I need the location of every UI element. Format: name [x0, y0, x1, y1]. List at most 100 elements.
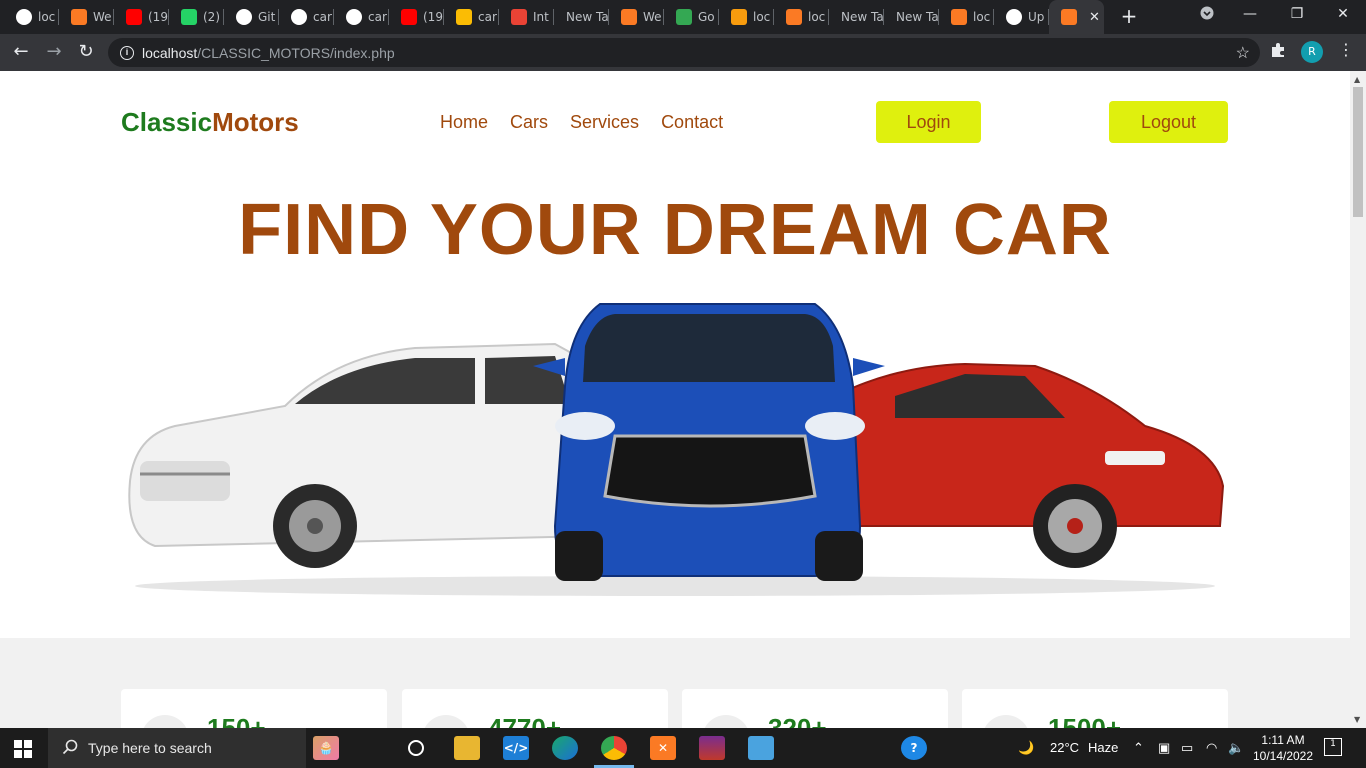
xampp-icon[interactable]: ✕ — [650, 736, 676, 760]
browser-tab[interactable]: We — [609, 0, 664, 34]
close-window-icon[interactable]: ✕ — [1328, 6, 1358, 22]
tab-strip: loc We (19 (2) Git car car (19 car Int New Ta We Go l… — [0, 0, 1366, 34]
browser-tab[interactable]: loc — [719, 0, 774, 34]
browser-tab[interactable]: loc — [4, 0, 59, 34]
scroll-down-icon[interactable]: ▼ — [1354, 715, 1360, 724]
nav-services-link[interactable]: Services — [570, 112, 639, 133]
page-scrollbar[interactable]: ▲ ▼ — [1350, 71, 1366, 728]
notepad-icon[interactable] — [748, 736, 774, 760]
vscode-icon[interactable]: </> — [503, 736, 529, 760]
github-icon — [1006, 9, 1022, 25]
edge-icon[interactable] — [552, 736, 578, 760]
browser-tab[interactable]: New Ta — [829, 0, 884, 34]
site-logo[interactable]: ClassicMotors — [121, 107, 299, 138]
nav-home-link[interactable]: Home — [440, 112, 488, 133]
browser-toolbar: ← → ↻ i localhost/CLASSIC_MOTORS/index.p… — [0, 34, 1366, 71]
winrar-icon[interactable] — [699, 736, 725, 760]
nav-contact-link[interactable]: Contact — [661, 112, 723, 133]
weather-desc[interactable]: Haze — [1088, 740, 1118, 755]
forward-icon[interactable]: → — [42, 40, 66, 64]
back-icon[interactable]: ← — [9, 40, 33, 64]
brand-part-motors: Motors — [212, 107, 299, 137]
windows-taskbar: Type here to search 🧁 </> ✕ ? 🌙 22°C Haz… — [0, 728, 1366, 768]
nav-cars-link[interactable]: Cars — [510, 112, 548, 133]
login-button[interactable]: Login — [876, 101, 981, 143]
windows-start-icon[interactable] — [14, 740, 32, 758]
site-info-icon[interactable]: i — [120, 45, 134, 60]
profile-avatar[interactable]: R — [1301, 41, 1323, 63]
show-hidden-icons-chevron-icon[interactable]: ⌃ — [1133, 740, 1144, 756]
browser-tab[interactable]: car — [444, 0, 499, 34]
battery-icon[interactable]: ▭ — [1181, 740, 1193, 756]
xampp-icon — [786, 9, 802, 25]
page-viewport: ClassicMotors Home Cars Services Contact… — [0, 71, 1350, 728]
browser-tab[interactable]: Int — [499, 0, 554, 34]
bookmark-star-icon[interactable]: ☆ — [1236, 43, 1250, 63]
maps-icon — [676, 9, 692, 25]
browser-tab[interactable]: Git — [224, 0, 279, 34]
weather-moon-icon[interactable]: 🌙 — [1018, 740, 1034, 756]
phpmyadmin-icon — [731, 9, 747, 25]
browser-tab[interactable]: New Ta — [554, 0, 609, 34]
github-icon — [236, 9, 252, 25]
reload-icon[interactable]: ↻ — [74, 40, 98, 64]
browser-tab[interactable]: Up — [994, 0, 1049, 34]
browser-menu-icon[interactable]: ⋮ — [1338, 40, 1354, 59]
xampp-icon — [1061, 9, 1077, 25]
taskbar-search-box[interactable]: Type here to search — [48, 728, 306, 768]
browser-tab[interactable]: (19 — [114, 0, 169, 34]
stat-icon — [702, 715, 750, 728]
tab-title: loc — [808, 10, 826, 24]
browser-tab[interactable]: Go — [664, 0, 719, 34]
scroll-up-icon[interactable]: ▲ — [1354, 75, 1360, 84]
restore-icon[interactable]: ❐ — [1282, 6, 1312, 22]
candy-game-icon[interactable]: 🧁 — [313, 736, 339, 760]
hero-title: FIND YOUR DREAM CAR — [238, 190, 1112, 270]
browser-tab[interactable]: car — [334, 0, 389, 34]
tab-title: loc — [38, 10, 56, 24]
chrome-icon[interactable] — [601, 736, 627, 760]
main-nav: Home Cars Services Contact — [440, 112, 723, 133]
browser-tab[interactable]: car — [279, 0, 334, 34]
help-icon[interactable]: ? — [901, 736, 927, 760]
gmail-icon — [511, 9, 527, 25]
url-host: localhost — [142, 44, 198, 61]
volume-icon[interactable]: 🔈 — [1228, 740, 1244, 756]
minimize-icon[interactable]: — — [1235, 6, 1265, 22]
tab-title: (19 — [148, 10, 168, 24]
extensions-puzzle-icon[interactable] — [1270, 42, 1286, 62]
tab-title: Int — [533, 10, 549, 24]
tab-close-icon[interactable]: ✕ — [1089, 10, 1100, 25]
cortana-icon[interactable] — [403, 736, 429, 760]
browser-tab[interactable]: New Ta — [884, 0, 939, 34]
white-suv-image — [128, 342, 596, 568]
file-explorer-icon[interactable] — [454, 736, 480, 760]
browser-tab[interactable]: loc — [939, 0, 994, 34]
browser-tab[interactable]: We — [59, 0, 114, 34]
wifi-icon[interactable]: ◠ — [1206, 740, 1217, 756]
stat-number: 1500+ — [1048, 713, 1122, 728]
tab-title: loc — [973, 10, 991, 24]
url-path: /CLASSIC_MOTORS/index.php — [197, 44, 395, 61]
new-tab-button[interactable]: + — [1118, 5, 1140, 27]
notification-count: 1 — [1330, 739, 1336, 749]
tab-title: (2) — [203, 10, 220, 24]
stat-icon — [141, 715, 189, 728]
notification-center-icon[interactable]: 1 — [1324, 738, 1342, 756]
stat-icon — [982, 715, 1030, 728]
tab-search-icon[interactable] — [1192, 6, 1222, 24]
browser-tab[interactable]: ✕ — [1049, 0, 1104, 34]
meet-now-icon[interactable]: ▣ — [1158, 740, 1170, 756]
system-clock[interactable]: 1:11 AM 10/14/2022 — [1252, 732, 1314, 764]
whatsapp-icon — [181, 9, 197, 25]
stat-card: 150+ — [121, 689, 387, 728]
tab-title: Go — [698, 10, 715, 24]
weather-temp[interactable]: 22°C — [1050, 740, 1079, 755]
address-bar[interactable]: i localhost/CLASSIC_MOTORS/index.php ☆ — [108, 38, 1260, 67]
browser-tab[interactable]: loc — [774, 0, 829, 34]
logout-button[interactable]: Logout — [1109, 101, 1228, 143]
browser-tab[interactable]: (19 — [389, 0, 444, 34]
stat-number: 4770+ — [488, 713, 562, 728]
browser-tab[interactable]: (2) — [169, 0, 224, 34]
scrollbar-thumb[interactable] — [1353, 87, 1363, 217]
